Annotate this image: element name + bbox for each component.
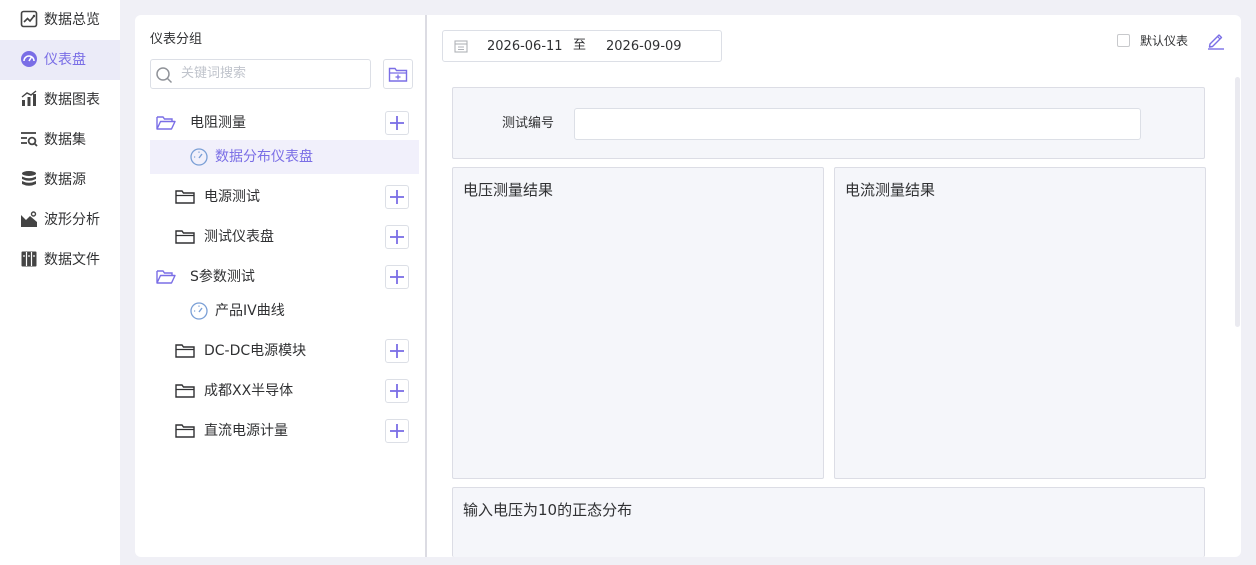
nav-item-dashboard[interactable]: 仪表盘 [0,40,120,80]
date-separator: 至 [573,38,587,53]
add-group-button[interactable] [383,59,413,89]
search-icon [156,67,173,84]
tree-label: S参数测试 [190,269,255,285]
add-dashboard-button[interactable] [385,111,409,135]
current-result-panel: 电流测量结果 [834,167,1206,479]
gauge-icon [21,51,37,67]
plus-icon [390,116,404,130]
dashboard-overview-icon [20,10,38,28]
nav-label: 波形分析 [44,212,100,228]
add-dashboard-button[interactable] [385,265,409,289]
gauge-outline-icon [190,302,208,320]
nav-label: 数据总览 [44,12,100,28]
test-number-label: 测试编号 [502,116,555,131]
tree-folder-s-params[interactable]: S参数测试 [150,260,420,294]
tree-folder-chengdu-semiconductor[interactable]: 成都XX半导体 [150,374,420,408]
folder-icon [175,384,195,398]
tree-label: DC-DC电源模块 [204,343,307,359]
plus-icon [390,190,404,204]
tree-item-product-iv-curve[interactable]: 产品IV曲线 [150,294,420,328]
main-card: 仪表分组 关键词搜索 电阻测量 数据分布仪表盘 电源测试 测试仪表盘 S参数测试… [135,15,1241,557]
tree-label: 成都XX半导体 [204,383,294,399]
add-dashboard-button[interactable] [385,419,409,443]
tree-folder-resistance[interactable]: 电阻测量 [150,106,420,140]
tree-label: 直流电源计量 [204,423,288,439]
default-dashboard-checkbox[interactable] [1117,34,1130,47]
voltage-result-panel: 电压测量结果 [452,167,824,479]
database-icon [22,171,36,186]
nav-label: 数据文件 [44,252,100,268]
date-start[interactable]: 2026-06-11 [487,39,563,55]
plus-icon [390,344,404,358]
plus-icon [390,424,404,438]
side-nav: 数据总览 仪表盘 数据图表 数据集 数据源 波形分析 数据文件 [0,0,120,565]
dataset-search-icon [21,132,38,147]
panel-title: 电流测量结果 [845,181,936,199]
tree-label: 电阻测量 [190,115,246,131]
folder-icon [175,424,195,438]
folder-icon [175,344,195,358]
nav-item-dataset[interactable]: 数据集 [0,120,120,160]
add-dashboard-button[interactable] [385,225,409,249]
normal-distribution-panel: 输入电压为10的正态分布 [452,487,1205,557]
folder-icon [175,230,195,244]
folder-open-icon [156,270,176,284]
date-range-picker[interactable]: 2026-06-11 至 2026-09-09 [442,30,722,62]
nav-label: 数据图表 [44,92,100,108]
search-placeholder: 关键词搜索 [181,66,247,81]
tree-folder-dcdc-module[interactable]: DC-DC电源模块 [150,334,420,368]
tree-folder-test-dashboard[interactable]: 测试仪表盘 [150,220,420,254]
nav-item-datasource[interactable]: 数据源 [0,160,120,200]
file-cabinet-icon [21,251,37,267]
nav-label: 仪表盘 [44,52,86,68]
plus-icon [390,270,404,284]
bar-chart-icon [21,90,37,106]
folder-add-icon [388,67,408,82]
scrollbar[interactable] [1235,77,1240,327]
panel-title: 输入电压为10的正态分布 [463,501,633,519]
panel-divider [425,15,427,557]
gauge-outline-icon [190,148,208,166]
plus-icon [390,384,404,398]
edit-pencil-icon[interactable] [1206,30,1226,50]
tree-label: 数据分布仪表盘 [215,149,313,165]
add-dashboard-button[interactable] [385,379,409,403]
add-dashboard-button[interactable] [385,185,409,209]
nav-label: 数据源 [44,172,86,188]
add-dashboard-button[interactable] [385,339,409,363]
tree-label: 测试仪表盘 [204,229,274,245]
calendar-icon [454,40,468,53]
nav-item-data-chart[interactable]: 数据图表 [0,80,120,120]
waveform-icon [21,211,37,227]
folder-open-icon [156,116,176,130]
filter-panel: 测试编号 [452,87,1205,159]
tree-folder-dc-power-metering[interactable]: 直流电源计量 [150,414,420,448]
nav-item-data-overview[interactable]: 数据总览 [0,0,120,40]
panel-title: 电压测量结果 [463,181,554,199]
tree-folder-power-test[interactable]: 电源测试 [150,180,420,214]
tree-label: 电源测试 [204,189,260,205]
nav-label: 数据集 [44,132,86,148]
date-end[interactable]: 2026-09-09 [606,39,682,55]
group-panel-title: 仪表分组 [150,32,203,47]
search-input[interactable]: 关键词搜索 [150,59,371,89]
default-dashboard-label: 默认仪表 [1140,34,1189,48]
nav-item-waveform[interactable]: 波形分析 [0,200,120,240]
tree-label: 产品IV曲线 [215,303,285,319]
folder-icon [175,190,195,204]
tree-item-data-distribution-dashboard[interactable]: 数据分布仪表盘 [150,140,419,174]
plus-icon [390,230,404,244]
nav-item-datafile[interactable]: 数据文件 [0,240,120,280]
test-number-input[interactable] [574,108,1141,140]
